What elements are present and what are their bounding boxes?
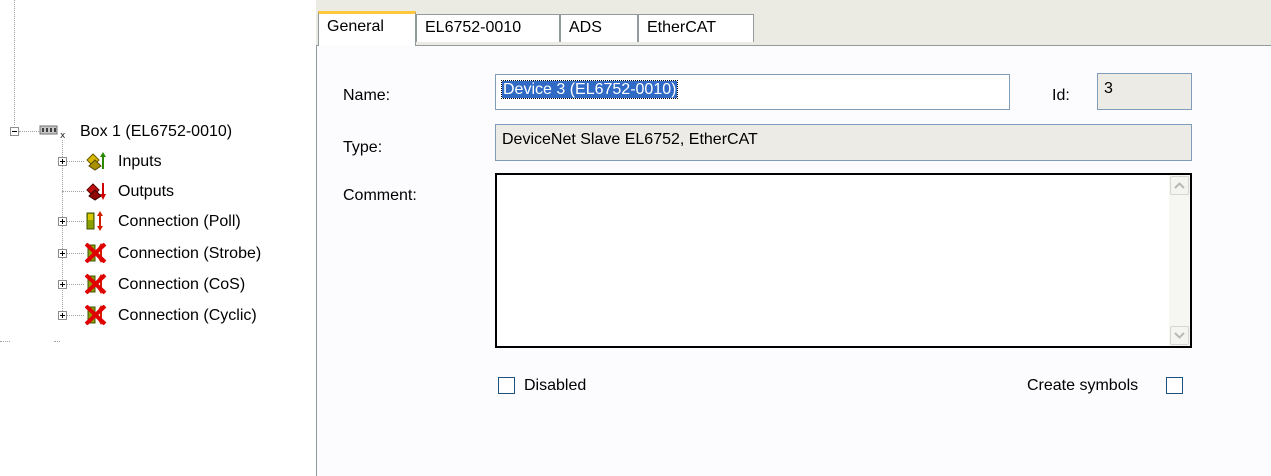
general-panel: Name: Device 3 (EL6752-0010) Id: 3 Type:… <box>316 45 1271 476</box>
tree-item-outputs[interactable]: Outputs <box>0 180 300 204</box>
create-symbols-label: Create symbols <box>1027 377 1139 394</box>
expand-icon[interactable] <box>58 280 67 289</box>
tree-item-inputs[interactable]: Inputs <box>0 150 300 174</box>
comment-label: Comment: <box>343 187 417 204</box>
tree-connector <box>14 0 15 125</box>
svg-text:x: x <box>60 131 66 141</box>
tree-item-box1[interactable]: x Box 1 (EL6752-0010) <box>0 120 300 144</box>
create-symbols-checkbox[interactable] <box>1166 377 1183 394</box>
tree-item-label: Connection (Poll) <box>118 213 241 230</box>
expand-icon[interactable] <box>58 217 67 226</box>
outputs-icon <box>85 181 107 201</box>
tree-item-label: Connection (Strobe) <box>118 245 262 262</box>
tree-item-label: Outputs <box>118 183 175 200</box>
name-label: Name: <box>343 87 391 104</box>
tree-item-connection-strobe[interactable]: Connection (Strobe) <box>0 242 310 266</box>
tree-connector <box>54 341 60 342</box>
tree-item-label: Connection (Cyclic) <box>118 307 257 324</box>
tree-item-connection-cyclic[interactable]: Connection (Cyclic) <box>0 304 300 328</box>
expand-icon[interactable] <box>58 249 67 258</box>
connection-poll-icon <box>85 211 107 231</box>
connection-disabled-icon <box>84 304 107 326</box>
tab-strip: General EL6752-0010 ADS EtherCAT <box>316 0 1271 46</box>
tab-label: ADS <box>569 19 602 36</box>
id-field[interactable]: 3 <box>1097 73 1192 110</box>
inputs-icon <box>85 151 107 171</box>
comment-scrollbar[interactable] <box>1169 175 1190 346</box>
device-tree: x Box 1 (EL6752-0010) Inputs Outputs Con… <box>0 0 316 475</box>
tab-label: General <box>327 18 384 35</box>
disabled-checkbox[interactable] <box>498 377 515 394</box>
tab-el6752-0010[interactable]: EL6752-0010 <box>416 14 560 42</box>
expand-icon[interactable] <box>58 311 67 320</box>
type-field[interactable]: DeviceNet Slave EL6752, EtherCAT <box>495 124 1192 161</box>
tree-item-label: Box 1 (EL6752-0010) <box>80 123 233 140</box>
chevron-up-icon <box>1174 182 1185 189</box>
tab-ethercat[interactable]: EtherCAT <box>638 14 754 42</box>
tree-item-connection-poll[interactable]: Connection (Poll) <box>0 210 300 234</box>
chevron-down-icon <box>1174 332 1185 339</box>
tab-general[interactable]: General <box>318 11 416 46</box>
name-value: Device 3 (EL6752-0010) <box>500 80 679 99</box>
connection-disabled-icon <box>84 273 107 295</box>
tree-item-label: Inputs <box>118 153 162 170</box>
disabled-label: Disabled <box>524 377 587 394</box>
scroll-up-button[interactable] <box>1170 176 1189 195</box>
tab-label: EL6752-0010 <box>425 19 522 36</box>
box-device-icon: x <box>39 121 66 141</box>
name-field[interactable]: Device 3 (EL6752-0010) <box>495 74 1010 110</box>
scroll-down-button[interactable] <box>1170 326 1189 345</box>
expand-icon[interactable] <box>58 157 67 166</box>
tree-connector <box>0 341 10 342</box>
tree-item-label: Connection (CoS) <box>118 276 246 293</box>
type-label: Type: <box>343 139 383 156</box>
comment-textarea[interactable] <box>495 173 1192 348</box>
collapse-icon[interactable] <box>10 127 19 136</box>
type-value: DeviceNet Slave EL6752, EtherCAT <box>502 131 758 148</box>
id-label: Id: <box>1052 87 1070 104</box>
id-value: 3 <box>1104 80 1113 97</box>
connection-disabled-icon <box>84 242 107 264</box>
tab-ads[interactable]: ADS <box>560 14 638 42</box>
tab-label: EtherCAT <box>647 19 717 36</box>
tree-item-connection-cos[interactable]: Connection (CoS) <box>0 273 300 297</box>
